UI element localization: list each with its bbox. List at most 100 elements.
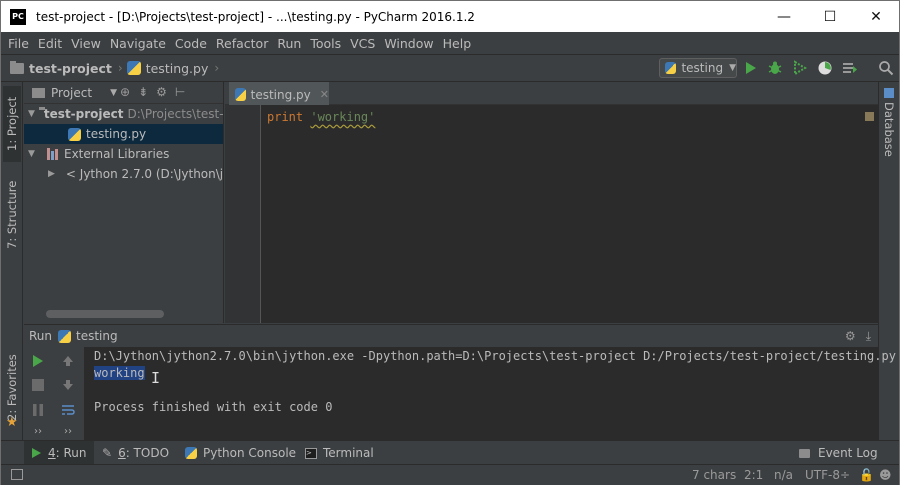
tool-tab-database-label: Database (882, 102, 896, 157)
tool-tab-terminal-label: Terminal (323, 446, 374, 460)
warning-marker[interactable] (865, 112, 874, 121)
gear-icon[interactable]: ⚙ (156, 85, 167, 99)
tree-item-project-root[interactable]: ▼ test-project D:\Projects\test- (24, 104, 223, 124)
run-configuration-label: testing (681, 61, 724, 75)
code-editor[interactable]: print 'working' (225, 105, 878, 323)
expand-arrow-icon[interactable]: ▼ (28, 109, 35, 119)
status-line-separator[interactable]: n/a (774, 468, 793, 482)
tool-tab-project-label: 1: Project (5, 96, 19, 152)
window-title: test-project - [D:\Projects\test-project… (36, 9, 475, 24)
gear-icon[interactable]: ⚙ (845, 329, 856, 344)
tool-tab-favorites-label: 2: Favorites (5, 354, 19, 422)
expand-arrow-icon[interactable]: ▼ (28, 149, 38, 159)
breadcrumb-file-label: testing.py (145, 60, 209, 76)
tool-tab-run-number: 4 (48, 446, 56, 460)
status-caret-position[interactable]: 2:1 (744, 468, 763, 482)
soft-wrap-icon[interactable] (60, 402, 76, 418)
tool-tab-project[interactable]: 1: Project (3, 86, 21, 162)
todo-icon: ✎ (102, 446, 113, 460)
menu-window[interactable]: Window (380, 36, 438, 51)
pycharm-logo-icon: PC (10, 8, 26, 25)
status-encoding[interactable]: UTF-8÷ (805, 468, 850, 482)
tool-tab-database[interactable]: Database (880, 88, 898, 157)
expand-arrow-icon[interactable]: ▶ (48, 169, 55, 179)
search-icon[interactable] (878, 60, 894, 76)
menu-navigate[interactable]: Navigate (106, 36, 171, 51)
menu-run[interactable]: Run (273, 36, 306, 51)
breadcrumb-project[interactable]: test-project › (10, 60, 127, 76)
run-console[interactable]: D:\Jython\jython2.7.0\bin\jython.exe -Dp… (84, 347, 896, 440)
python-file-icon (126, 61, 141, 75)
project-panel: Project ▼ ⊕ ⇟ ⚙ ⊢ ▼ test-project D:\Proj… (24, 82, 224, 323)
minimize-button[interactable]: — (761, 1, 807, 32)
run-tool-window-title: Run (29, 329, 53, 343)
tree-item-jython-sdk[interactable]: ▶ < Jython 2.7.0 (D:\Jython\j (24, 164, 223, 184)
terminal-icon: > (305, 447, 317, 459)
folder-icon (32, 87, 45, 98)
tool-tab-structure[interactable]: 7: Structure (3, 170, 21, 260)
menu-view[interactable]: View (67, 36, 106, 51)
text-cursor-icon: I (151, 369, 161, 387)
tool-tab-todo[interactable]: ✎ 6: TODO (95, 441, 176, 465)
maximize-button[interactable]: ☐ (807, 1, 853, 32)
tool-tab-python-console-label: Python Console (203, 446, 297, 460)
rerun-icon[interactable] (30, 353, 46, 369)
close-button[interactable]: ✕ (853, 1, 899, 32)
tool-windows-quick-access-icon[interactable] (11, 469, 23, 480)
menu-help[interactable]: Help (439, 36, 477, 51)
run-icon[interactable] (743, 60, 759, 76)
down-arrow-icon[interactable] (60, 377, 76, 393)
editor-tab-testing-py[interactable]: testing.py ✕ (229, 82, 329, 105)
tool-tab-event-log-label: Event Log (818, 446, 878, 460)
concurrency-diagram-icon[interactable] (842, 60, 858, 76)
code-string: 'working' (310, 110, 376, 124)
breadcrumb-file[interactable]: testing.py › (126, 60, 223, 76)
tool-tab-python-console[interactable]: Python Console (178, 441, 303, 465)
coverage-icon[interactable] (792, 60, 808, 76)
project-view-select[interactable]: Project (51, 86, 92, 100)
tool-tab-event-log[interactable]: Event Log (792, 441, 885, 465)
editor-tab-bar: testing.py ✕ (225, 82, 878, 105)
tool-tab-terminal[interactable]: > Terminal (298, 441, 381, 465)
up-arrow-icon[interactable] (60, 353, 76, 369)
run-configuration-select[interactable]: testing ▼ (659, 58, 737, 78)
python-icon (58, 329, 72, 343)
tool-tab-run-label: : Run (55, 446, 87, 460)
pause-icon[interactable] (30, 402, 46, 418)
menu-code[interactable]: Code (171, 36, 212, 51)
breadcrumb-separator: › (117, 61, 123, 75)
scroll-from-source-icon[interactable]: ⊕ (120, 85, 130, 99)
more-icon[interactable]: ›› (60, 423, 76, 439)
hide-panel-icon[interactable]: ⊢ (175, 85, 185, 99)
status-selection-chars: 7 chars (692, 468, 737, 482)
horizontal-scrollbar[interactable] (46, 310, 164, 318)
close-icon[interactable]: ✕ (320, 88, 329, 101)
breadcrumb-project-label: test-project (29, 60, 112, 76)
menu-edit[interactable]: Edit (34, 36, 67, 51)
database-icon (884, 88, 894, 98)
debug-icon[interactable] (767, 60, 783, 76)
profile-icon[interactable] (817, 60, 833, 76)
chevron-down-icon[interactable]: ▼ (110, 88, 117, 98)
code-line-1[interactable]: print 'working' (267, 110, 375, 124)
menu-vcs[interactable]: VCS (346, 36, 380, 51)
console-output-line: working (94, 366, 145, 380)
tree-item-external-libraries[interactable]: ▼ External Libraries (24, 144, 223, 164)
library-icon (47, 148, 59, 160)
editor-gutter[interactable] (225, 105, 261, 323)
stop-icon[interactable] (30, 377, 46, 393)
tool-tab-run[interactable]: 4: Run (24, 441, 94, 465)
menu-tools[interactable]: Tools (306, 36, 346, 51)
left-tool-stripe: 1: Project 7: Structure 2: Favorites ★ (1, 82, 23, 464)
star-icon: ★ (6, 415, 18, 430)
lock-icon[interactable]: 🔓 (859, 468, 874, 482)
tree-item-path: D:\Projects\test- (127, 107, 224, 121)
menu-refactor[interactable]: Refactor (212, 36, 273, 51)
menu-file[interactable]: File (4, 36, 34, 51)
more-icon[interactable]: ›› (30, 423, 46, 439)
chevron-down-icon: ▼ (729, 63, 736, 73)
tree-item-testing-py[interactable]: testing.py (24, 124, 223, 144)
hide-panel-icon[interactable]: ⤓ (866, 329, 871, 344)
collapse-all-icon[interactable]: ⇟ (138, 85, 148, 99)
inspector-icon[interactable]: ☻ (879, 468, 892, 482)
